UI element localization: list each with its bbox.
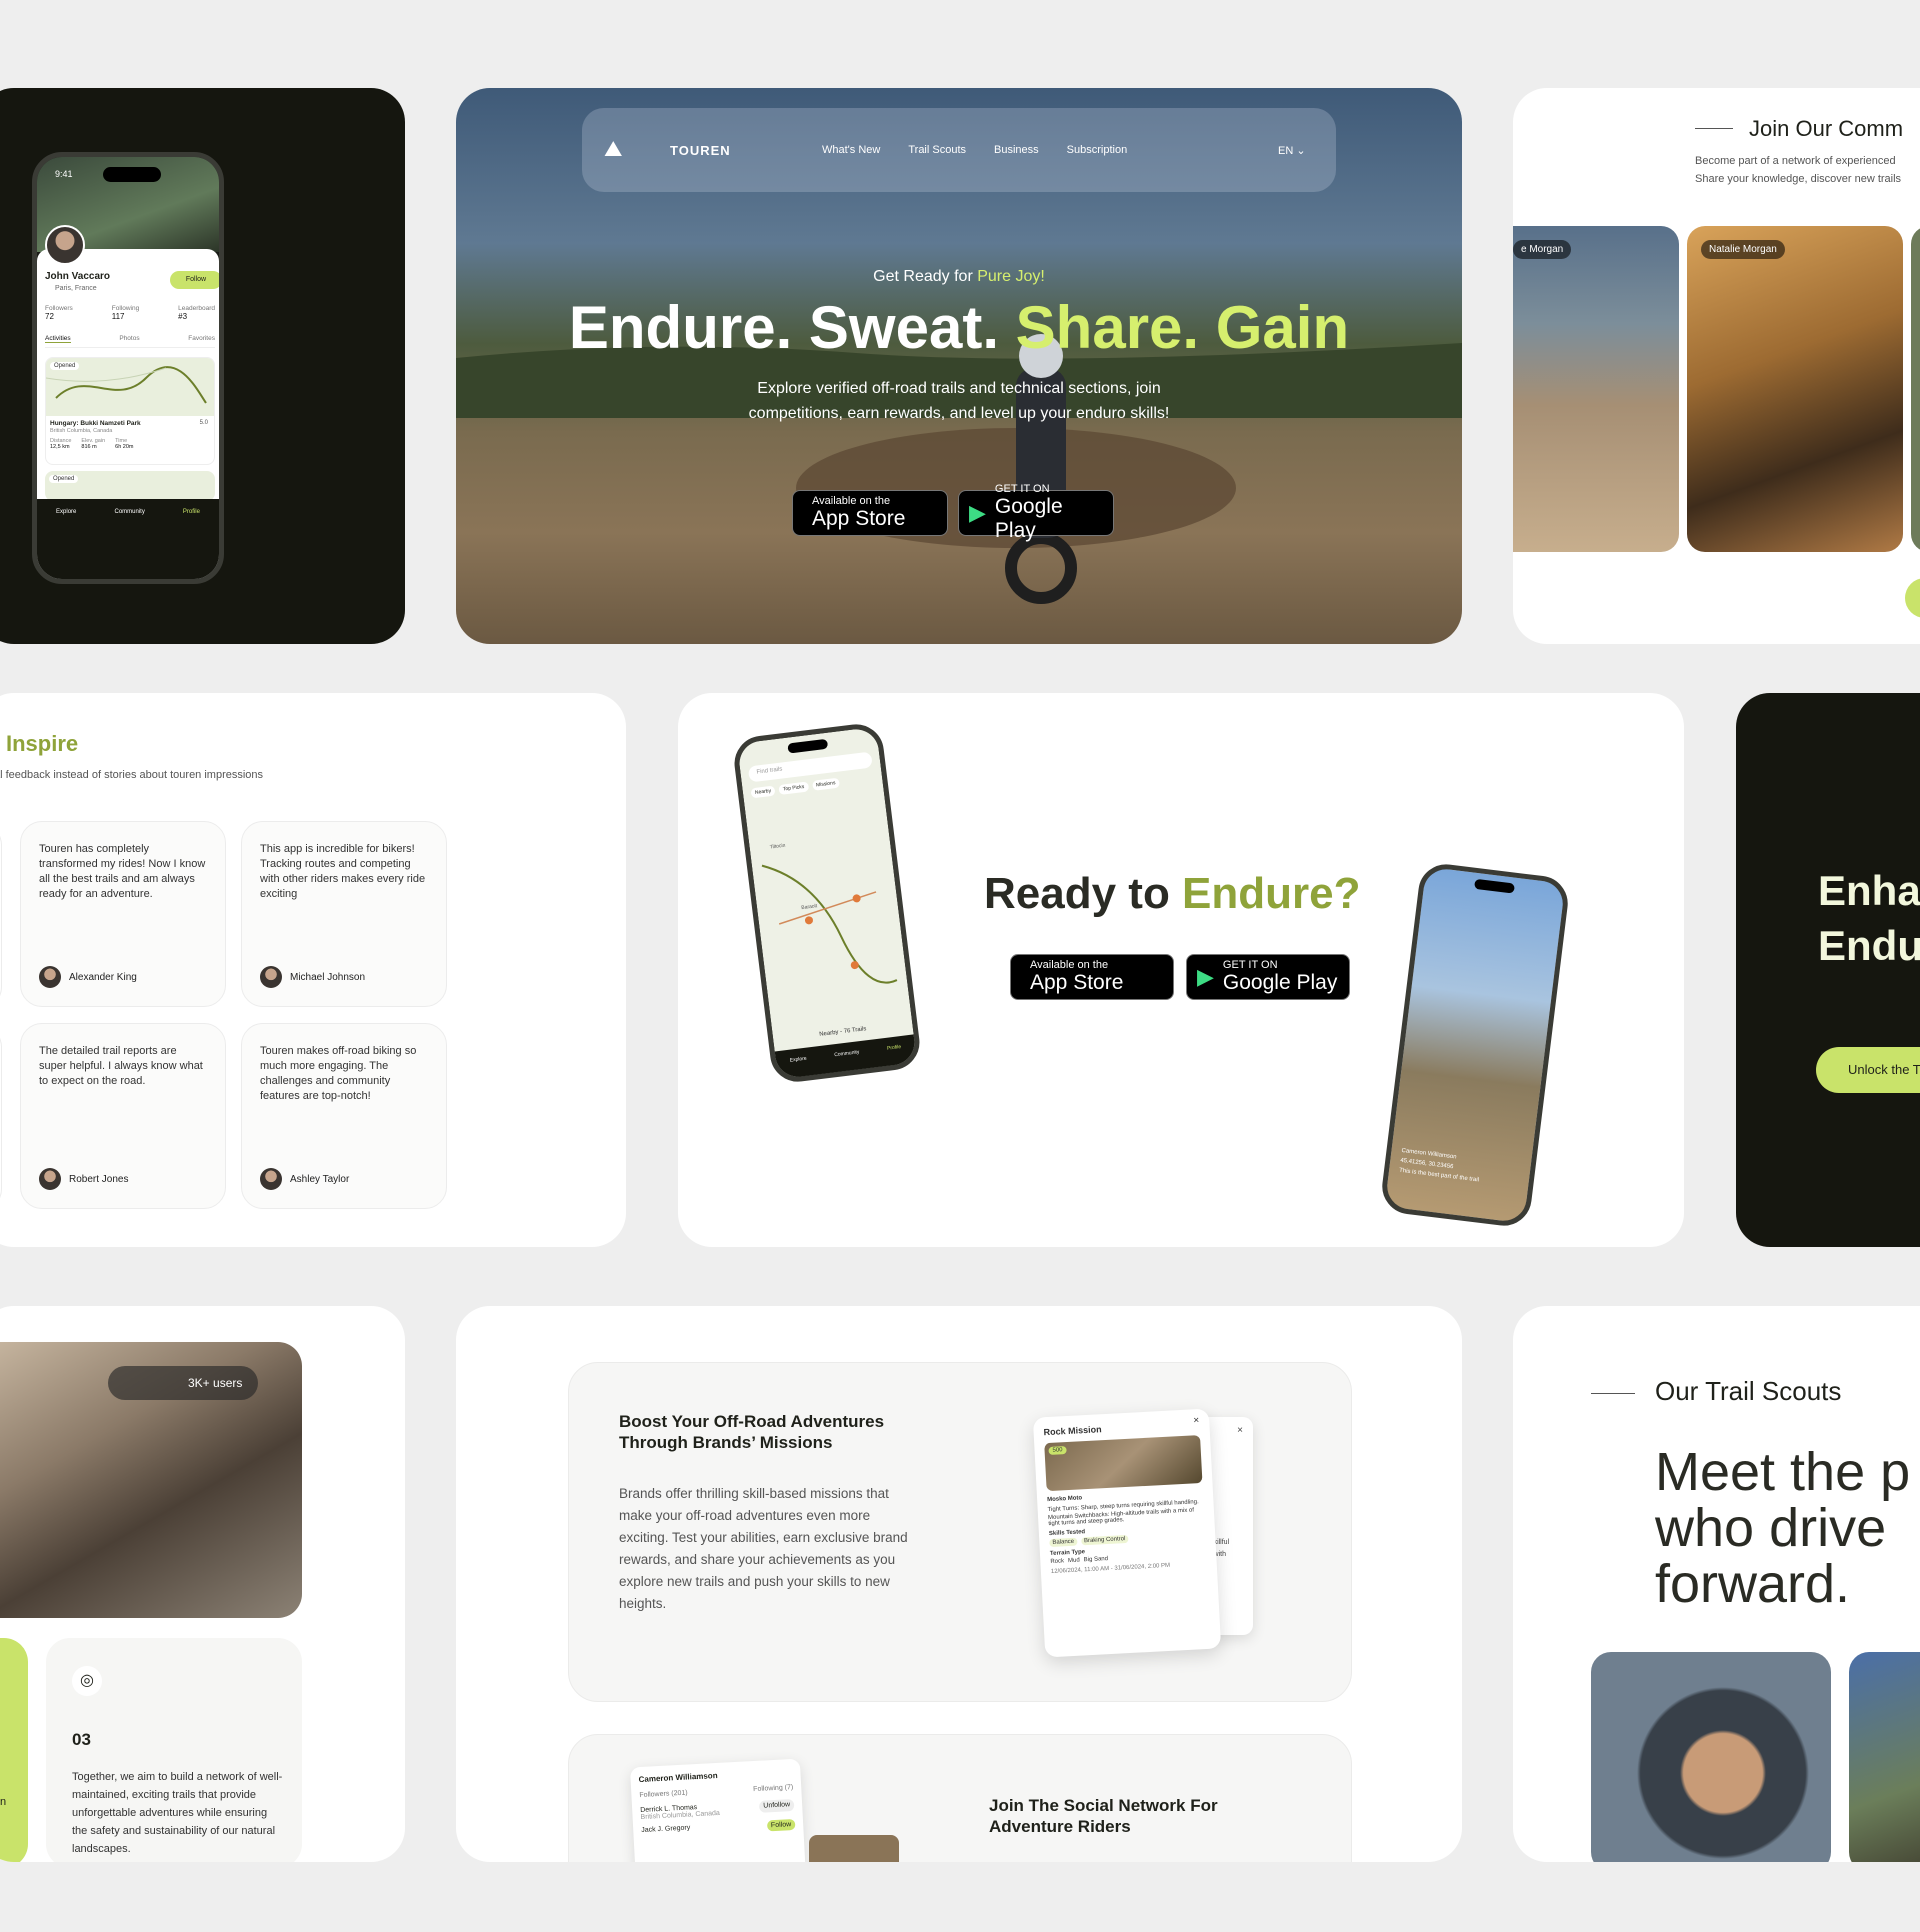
follow-button[interactable]: Follow — [170, 271, 219, 289]
avatar — [45, 225, 85, 265]
community-text: Become part of a network of experienced S… — [1695, 155, 1902, 185]
inspire-subtitle: al feedback instead of stories about tou… — [0, 769, 264, 781]
google-play-button[interactable]: ▶ GET IT ON Google Play — [958, 483, 1114, 542]
scout-photo — [1849, 1652, 1920, 1862]
community-photo-1: e Morgan — [1513, 226, 1679, 552]
google-play-icon: ▶ — [1197, 964, 1214, 989]
google-play-icon: ▶ — [969, 500, 986, 525]
trail-card[interactable]: Opened Hungary: Bukki Namzeti Park Briti… — [45, 357, 215, 465]
profile-location: Paris, France — [55, 285, 97, 292]
google-play-button[interactable]: ▶ GET IT ON Google Play — [1186, 954, 1350, 1000]
nav-community[interactable]: Community — [114, 509, 144, 579]
inspire-title: Inspire — [6, 731, 79, 756]
scouts-title: Meet the p who drive forward. — [1655, 1442, 1911, 1614]
profile-stats: Followers 72 Following 117 Leaderboard #3 — [45, 305, 215, 321]
close-icon[interactable]: × — [1193, 1415, 1199, 1426]
tab-following[interactable]: Following (7) — [753, 1784, 793, 1793]
testimonial-card: This app is incredible for bikers! Track… — [241, 821, 447, 1007]
ready-card: Find trails Nearby Top Picks Missions Ti… — [678, 693, 1684, 1247]
opened-badge: Opened — [50, 362, 80, 370]
tab-favorites[interactable]: Favorites — [188, 335, 215, 343]
app-store-button[interactable]: Available on the App Store — [792, 490, 948, 536]
community-card: Join Our Comm Become part of a network o… — [1513, 88, 1920, 644]
unfollow-button[interactable]: Unfollow — [759, 1798, 795, 1813]
hero-title: Endure. Sweat. Share. Gain — [568, 294, 1350, 361]
avatar — [39, 1168, 61, 1190]
missions-text: Brands offer thrilling skill-based missi… — [619, 1486, 908, 1611]
popup-title: Rock Mission — [1043, 1424, 1102, 1438]
enhance-card: Enha Endu Unlock the T — [1736, 693, 1920, 1247]
nav-explore[interactable]: Explore — [56, 509, 76, 579]
profile-showcase-card: 9:41 John Vaccaro Paris, France Follow F… — [0, 88, 405, 644]
ride-user: Cameron Williamson 45.41256, 30.23456 This… — [1398, 1147, 1480, 1184]
nav-profile[interactable]: Profile — [183, 509, 200, 579]
network-card: 3K+ users n ◎ 03 Together, we aim to bui… — [0, 1306, 405, 1862]
network-text: Together, we aim to build a network of w… — [72, 1771, 283, 1855]
chevron-down-icon: ⌄ — [1296, 145, 1306, 157]
nav-subscription[interactable]: Subscription — [1067, 144, 1128, 156]
missions-title: Boost Your Off-Road Adventures Through B… — [619, 1412, 885, 1452]
unlock-button[interactable]: Unlock the T — [1816, 1047, 1920, 1093]
followers-popup: Cameron Williamson Followers (201) Follow… — [629, 1758, 807, 1862]
app-store-button[interactable]: Available on the App Store — [1010, 954, 1174, 1000]
close-icon[interactable]: × — [1237, 1425, 1243, 1437]
scouts-card: Our Trail Scouts Meet the p who drive forw… — [1513, 1306, 1920, 1862]
trail-name: Hungary: Bukki Namzeti Park — [50, 420, 141, 427]
missions-panel: Boost Your Off-Road Adventures Through B… — [568, 1362, 1352, 1702]
mission-photo: 500 — [1044, 1435, 1203, 1492]
testimonial-card: Touren has completely transformed my rid… — [20, 821, 226, 1007]
nav-community[interactable]: Community — [834, 1049, 863, 1084]
follow-button[interactable]: Follow — [766, 1818, 796, 1832]
profile-phone: 9:41 John Vaccaro Paris, France Follow F… — [32, 152, 224, 584]
testimonial-card: The detailed trail reports are super hel… — [20, 1023, 226, 1209]
community-photo-2: Natalie Morgan — [1687, 226, 1903, 552]
users-pill: 3K+ users — [108, 1366, 258, 1400]
network-info-card: ◎ 03 Together, we aim to build a network… — [46, 1638, 302, 1862]
testimonial-card: Touren makes off-road biking so much mor… — [241, 1023, 447, 1209]
logo-text: TOUREN — [670, 143, 731, 158]
main-nav: What's New Trail Scouts Business Subscri… — [822, 144, 1127, 156]
avatar — [39, 966, 61, 988]
nav-explore[interactable]: Explore — [789, 1056, 810, 1085]
tab-followers[interactable]: Followers (201) — [639, 1790, 688, 1800]
site-header: ⛰ TOUREN What's New Trail Scouts Busines… — [582, 108, 1336, 192]
nav-whats-new[interactable]: What's New — [822, 144, 880, 156]
inspire-card: Inspire al feedback instead of stories a… — [0, 693, 626, 1247]
enhance-title: Enha Endu — [1818, 867, 1920, 969]
avatar — [260, 1168, 282, 1190]
hero-card: ⛰ TOUREN What's New Trail Scouts Busines… — [456, 88, 1462, 644]
step-number: 03 — [72, 1730, 91, 1749]
social-title: Join The Social Network For Adventure Ri… — [989, 1796, 1218, 1836]
trail-card-2[interactable]: Opened — [45, 471, 215, 501]
missions-card: Boost Your Off-Road Adventures Through B… — [456, 1306, 1462, 1862]
mission-popup: × Rock Mission 500 Mosko Moto Tight Turn… — [1032, 1408, 1222, 1658]
status-time: 9:41 — [55, 169, 73, 179]
profile-tabs: Activities Photos Favorites — [45, 335, 215, 348]
tab-photos[interactable]: Photos — [119, 335, 139, 343]
rider-photo: 3K+ users — [0, 1342, 302, 1618]
logo-icon: ⛰ — [604, 136, 623, 161]
trail-region: British Columbia, Canada — [50, 428, 113, 434]
community-title: Join Our Comm — [1749, 116, 1904, 141]
language-select[interactable]: EN ⌄ — [1278, 144, 1306, 157]
social-panel: Cameron Williamson Followers (201) Follow… — [568, 1734, 1352, 1862]
avatar — [260, 966, 282, 988]
bottom-nav: Explore Community Profile — [37, 499, 219, 579]
scouts-eyebrow: Our Trail Scouts — [1655, 1376, 1842, 1406]
profile-name: John Vaccaro — [45, 271, 111, 282]
scout-photo — [1591, 1652, 1831, 1862]
nav-trail-scouts[interactable]: Trail Scouts — [908, 144, 966, 156]
hero-eyebrow: Get Ready for Pure Joy! — [873, 268, 1045, 285]
tab-activities[interactable]: Activities — [45, 335, 71, 343]
nav-business[interactable]: Business — [994, 144, 1039, 156]
spiral-icon: ◎ — [72, 1666, 102, 1696]
carousel-next-button[interactable] — [1905, 578, 1920, 618]
trail-rating: 5.0 — [199, 420, 208, 426]
nav-profile[interactable]: Profile — [887, 1044, 905, 1077]
hero-subtitle: Explore verified off-road trails and tec… — [748, 380, 1170, 422]
